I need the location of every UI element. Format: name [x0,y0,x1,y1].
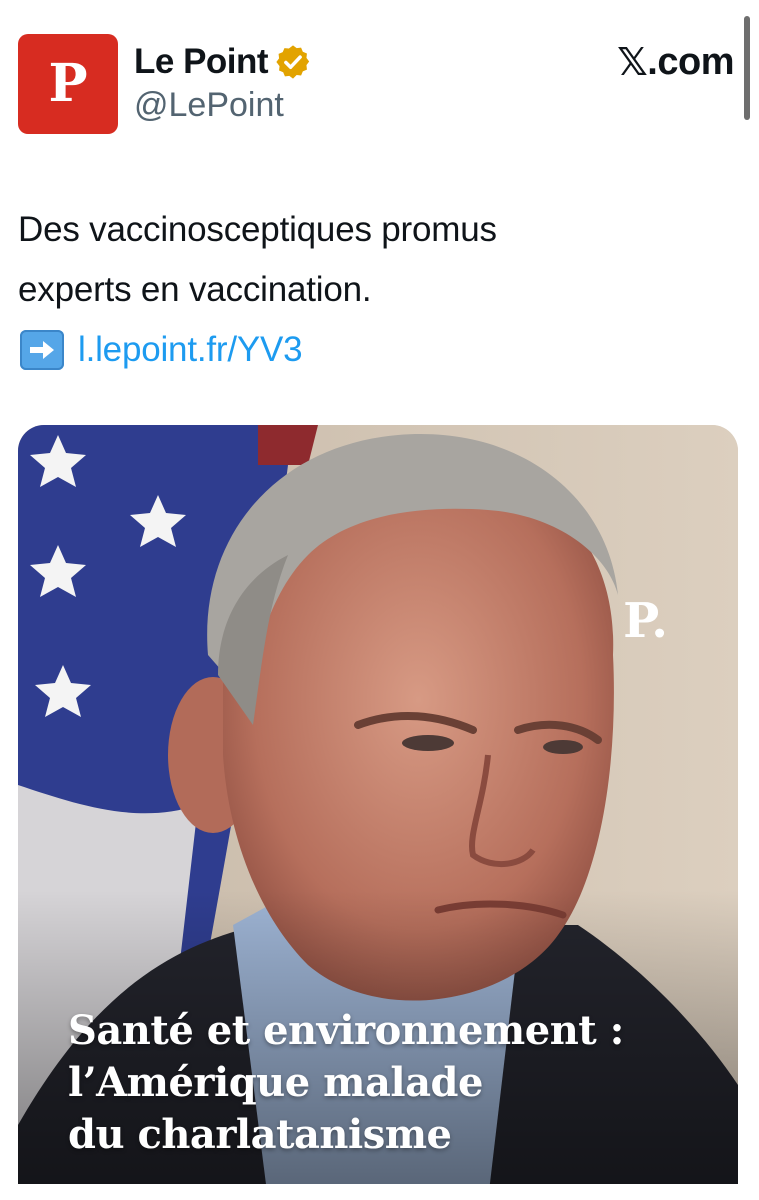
le-point-watermark-logo: P. [623,593,668,649]
account-handle[interactable]: @LePoint [134,86,312,125]
headline-line: du charlatanisme [68,1111,452,1158]
display-name[interactable]: Le Point [134,42,269,82]
article-headline: Santé et environnement : l’Amérique mala… [68,1005,728,1161]
tweet-text-line: experts en vaccination. [18,270,372,309]
account-info[interactable]: Le Point @LePoint [134,40,312,125]
tweet-header: P Le Point @LePoint 𝕏. com [18,34,739,134]
headline-line: Santé et environnement : [68,1007,624,1054]
x-brand-label: 𝕏. com [617,40,734,84]
screen-bottom-edge [0,1184,759,1200]
verified-badge-icon [274,43,312,81]
link-preview-card[interactable]: P. Santé et environnement : l’Amérique m… [18,425,738,1200]
x-brand-domain: com [657,40,734,83]
article-link[interactable]: l.lepoint.fr/YV3 [78,320,303,380]
headline-line: l’Amérique malade [68,1059,483,1106]
tweet-text-line: Des vaccinosceptiques promus [18,210,497,249]
tweet-text: Des vaccinosceptiques promus experts en … [18,200,718,380]
tweet-link-line: l.lepoint.fr/YV3 [18,320,718,380]
x-logo-icon: 𝕏 [617,40,648,84]
right-arrow-icon [20,330,64,370]
scrollbar[interactable] [744,16,750,120]
avatar-logo-letter: P [48,53,88,114]
avatar[interactable]: P [18,34,118,134]
